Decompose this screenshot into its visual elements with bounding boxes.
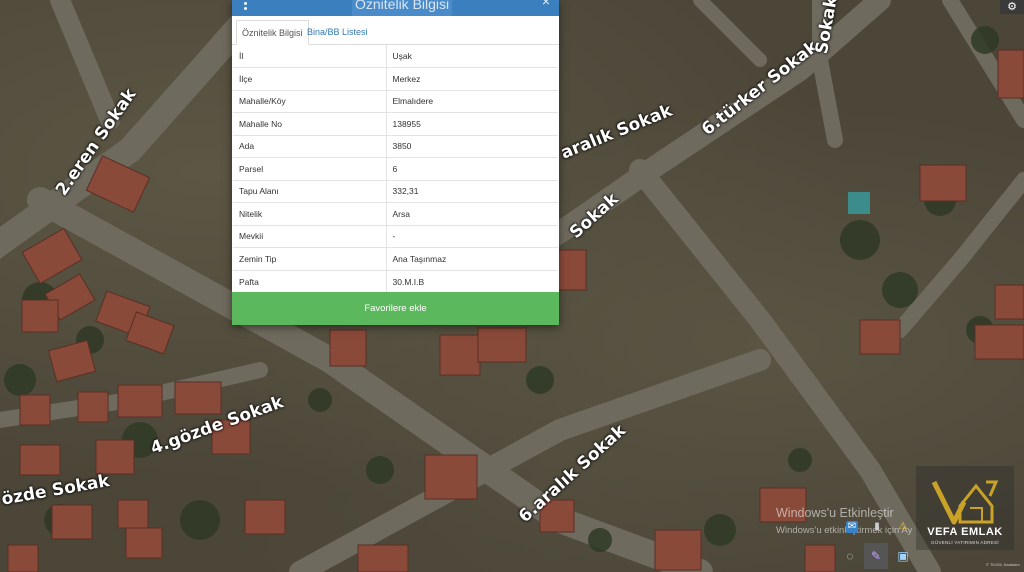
tab-attribute-info[interactable]: Öznitelik Bilgisi [236,20,309,45]
attribute-popup: Öznitelik Bilgisi × Öznitelik Bilgisi Bi… [232,0,559,325]
kebab-menu-icon[interactable] [244,0,250,12]
row-value: 3850 [386,134,558,158]
tab-building-list[interactable]: Bina/BB Listesi [302,20,373,45]
row-key: İl [233,45,387,68]
phone-icon[interactable]: ▮ [871,521,883,533]
table-row: Mevkii - [233,224,558,248]
table-row: İlçe Merkez [233,67,558,90]
table-row: Mahalle No 138955 [233,112,558,135]
vefa-emlak-logo: VEFA EMLAK GÜVENLİ YATIRIMIN ADRESİ [916,466,1014,550]
row-value: Uşak [392,51,412,61]
attribute-table: İl Uşak İlçe Merkez Mahalle/Köy Elmalıdere … [233,45,558,293]
pool-shape [848,192,870,214]
row-value: 30.M.I.B [386,269,558,293]
logo-mark-icon [931,480,999,525]
row-value: 138955 [386,112,558,135]
logo-tagline: GÜVENLİ YATIRIMIN ADRESİ [931,540,999,545]
row-key: Tapu Alanı [233,179,387,203]
table-row: Mahalle/Köy Elmalıdere [233,89,558,113]
popup-header: Öznitelik Bilgisi × [232,0,559,16]
app-icon[interactable]: ▣ [891,543,915,569]
row-key: Ada [233,134,387,158]
table-row: Pafta 30.M.I.B [233,269,558,293]
popup-tabs: Öznitelik Bilgisi Bina/BB Listesi [232,17,559,45]
table-row: Tapu Alanı 332,31 [233,179,558,203]
popup-title: Öznitelik Bilgisi [352,0,453,16]
row-value: Merkez [386,67,558,90]
table-row: Ada 3850 [233,134,558,158]
row-value: Elmalıdere [386,89,558,113]
eye-off-icon[interactable]: ◌ [838,543,862,569]
table-row: Nitelik Arsa [233,202,558,225]
row-key: Zemin Tip [233,247,387,270]
row-key: İlçe [233,67,387,90]
row-value: 332,31 [386,179,558,203]
row-value: Arsa [386,202,558,225]
row-key: Mevkii [233,224,387,248]
feather-icon[interactable]: ✎ [864,543,888,569]
row-key: Nitelik [233,202,387,225]
row-key: Mahalle No [233,112,387,135]
add-to-favorites-button[interactable]: Favorilere ekle [232,292,559,325]
watermark-subtitle: Windows'u etkinleştirmek için Ay [776,525,913,536]
table-row: İl Uşak [233,45,558,68]
table-row: Parsel 6 [233,157,558,180]
table-row: Zemin Tip Ana Taşınmaz [233,247,558,270]
row-key: Mahalle/Köy [233,89,387,113]
logo-name: VEFA EMLAK [927,526,1003,538]
row-value: Ana Taşınmaz [386,247,558,270]
row-value: 6 [386,157,558,180]
row-key: Parsel [233,157,387,180]
windows-activation-watermark: Windows'u Etkinleştir Windows'u etkinleş… [776,505,912,539]
row-key: Pafta [233,269,387,293]
chat-icon[interactable]: ✉ [846,521,858,533]
warning-icon[interactable]: ⚠ [897,521,909,533]
close-icon[interactable]: × [542,0,550,8]
map-attribution: © TKGM, Kadastro [986,562,1020,567]
row-value: - [386,224,558,248]
settings-gear-icon[interactable]: ⚙ [1000,0,1024,14]
watermark-title: Windows'u Etkinleştir [776,506,894,520]
